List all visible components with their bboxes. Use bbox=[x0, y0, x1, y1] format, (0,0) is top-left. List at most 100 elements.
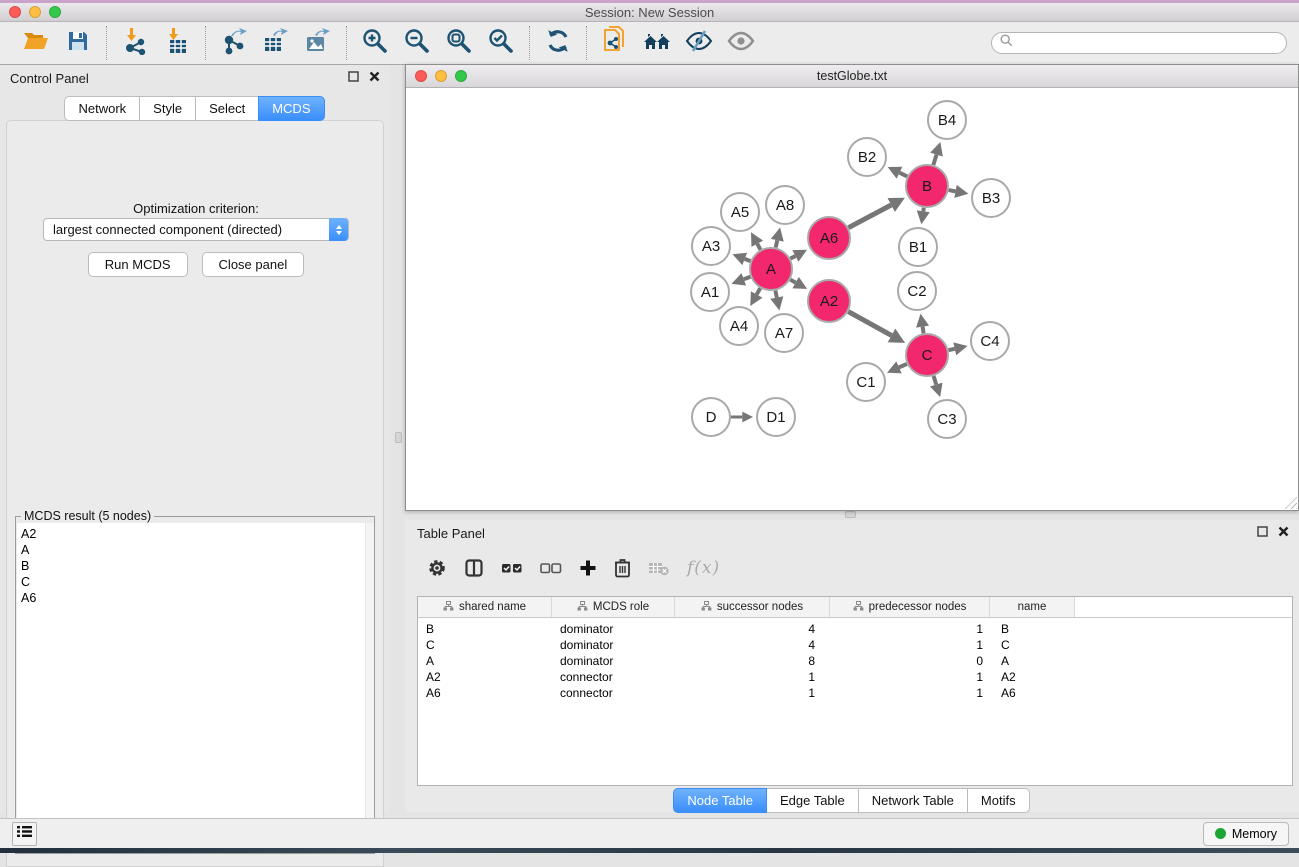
run-mcds-button[interactable]: Run MCDS bbox=[88, 252, 188, 277]
graph-node-B3[interactable]: B3 bbox=[972, 179, 1010, 217]
tab-style[interactable]: Style bbox=[139, 96, 196, 121]
graph-edge-A-A8[interactable] bbox=[771, 227, 784, 247]
table-cell[interactable]: connector bbox=[552, 686, 675, 700]
table-cell[interactable]: B bbox=[990, 622, 1075, 636]
search-input[interactable] bbox=[1018, 36, 1278, 50]
table-cell[interactable]: dominator bbox=[552, 622, 675, 636]
table-cell[interactable]: C bbox=[990, 638, 1075, 652]
graph-edge-A-A5[interactable] bbox=[751, 232, 763, 249]
search-field[interactable] bbox=[991, 32, 1287, 54]
tab-edge-table[interactable]: Edge Table bbox=[766, 788, 859, 813]
table-cell[interactable]: A6 bbox=[418, 686, 552, 700]
list-item[interactable]: C bbox=[17, 574, 374, 590]
table-cell[interactable]: 4 bbox=[675, 638, 830, 652]
table-row[interactable]: Cdominator41C bbox=[418, 637, 1292, 653]
table-cell[interactable]: 0 bbox=[830, 654, 990, 668]
show-all-button[interactable] bbox=[725, 27, 757, 59]
table-cell[interactable]: 1 bbox=[830, 686, 990, 700]
graph-edge-B-B3[interactable] bbox=[949, 185, 969, 198]
table-cell[interactable]: dominator bbox=[552, 654, 675, 668]
node-table[interactable]: shared nameMCDS rolesuccessor nodesprede… bbox=[417, 596, 1293, 786]
table-cell[interactable]: A bbox=[990, 654, 1075, 668]
graph-node-A[interactable]: A bbox=[750, 248, 792, 290]
close-window-button[interactable] bbox=[9, 6, 21, 18]
table-row[interactable]: Adominator80A bbox=[418, 653, 1292, 669]
list-item[interactable]: A2 bbox=[17, 523, 374, 542]
minimize-window-button[interactable] bbox=[29, 6, 41, 18]
tab-node-table[interactable]: Node Table bbox=[673, 788, 767, 813]
zoom-network-button[interactable] bbox=[455, 70, 467, 82]
close-panel-icon[interactable] bbox=[1278, 524, 1289, 542]
minimize-network-button[interactable] bbox=[435, 70, 447, 82]
table-cell[interactable]: B bbox=[418, 622, 552, 636]
list-item[interactable]: A6 bbox=[17, 590, 374, 606]
tab-network-table[interactable]: Network Table bbox=[858, 788, 968, 813]
open-session-button[interactable] bbox=[20, 27, 52, 59]
graph-node-A3[interactable]: A3 bbox=[692, 227, 730, 265]
graph-node-B2[interactable]: B2 bbox=[848, 138, 886, 176]
list-item[interactable]: A bbox=[17, 542, 374, 558]
show-columns-button[interactable] bbox=[464, 557, 484, 579]
list-item[interactable]: B bbox=[17, 558, 374, 574]
save-session-button[interactable] bbox=[62, 27, 94, 59]
table-row[interactable]: A2connector11A2 bbox=[418, 669, 1292, 685]
graph-node-B4[interactable]: B4 bbox=[928, 101, 966, 139]
tab-mcds[interactable]: MCDS bbox=[258, 96, 324, 121]
network-canvas[interactable]: AA1A2A3A4A5A6A7A8BB1B2B3B4CC1C2C3C4DD1 bbox=[406, 88, 1298, 510]
table-cell[interactable]: dominator bbox=[552, 638, 675, 652]
tab-select[interactable]: Select bbox=[195, 96, 259, 121]
table-cell[interactable]: 8 bbox=[675, 654, 830, 668]
network-window-titlebar[interactable]: testGlobe.txt bbox=[406, 65, 1298, 88]
graph-edge-B-B4[interactable] bbox=[930, 142, 943, 165]
task-history-button[interactable] bbox=[12, 822, 37, 846]
table-cell[interactable]: A bbox=[418, 654, 552, 668]
graph-edge-B-B1[interactable] bbox=[917, 208, 930, 224]
graph-node-D1[interactable]: D1 bbox=[757, 398, 795, 436]
graph-node-A7[interactable]: A7 bbox=[765, 314, 803, 352]
graph-edge-D-D1[interactable] bbox=[731, 412, 753, 423]
export-network-button[interactable] bbox=[218, 27, 250, 59]
graph-node-A2[interactable]: A2 bbox=[808, 280, 850, 322]
table-cell[interactable]: A2 bbox=[990, 670, 1075, 684]
table-cell[interactable]: 1 bbox=[830, 638, 990, 652]
tab-network[interactable]: Network bbox=[64, 96, 140, 121]
zoom-fit-button[interactable] bbox=[443, 27, 475, 59]
float-panel-icon[interactable] bbox=[1257, 524, 1268, 542]
zoom-in-button[interactable] bbox=[359, 27, 391, 59]
unselect-all-columns-button[interactable] bbox=[540, 557, 562, 579]
graph-edge-A2-C[interactable] bbox=[848, 312, 905, 343]
zoom-selected-button[interactable] bbox=[485, 27, 517, 59]
table-cell[interactable]: A6 bbox=[990, 686, 1075, 700]
graph-node-B[interactable]: B bbox=[906, 165, 948, 207]
graph-node-C2[interactable]: C2 bbox=[898, 272, 936, 310]
graph-edge-C-C1[interactable] bbox=[887, 361, 907, 373]
graph-edge-A-A7[interactable] bbox=[770, 291, 783, 311]
graph-node-A8[interactable]: A8 bbox=[766, 186, 804, 224]
column-header-shared-name[interactable]: shared name bbox=[418, 597, 552, 617]
import-network-button[interactable] bbox=[119, 27, 151, 59]
graph-node-A5[interactable]: A5 bbox=[721, 193, 759, 231]
graph-edge-C-C3[interactable] bbox=[930, 376, 943, 397]
import-table-button[interactable] bbox=[161, 27, 193, 59]
table-cell[interactable]: A2 bbox=[418, 670, 552, 684]
table-cell[interactable]: connector bbox=[552, 670, 675, 684]
network-from-selection-button[interactable] bbox=[599, 27, 631, 59]
table-cell[interactable]: 1 bbox=[830, 622, 990, 636]
close-panel-button[interactable]: Close panel bbox=[202, 252, 305, 277]
graph-node-A4[interactable]: A4 bbox=[720, 307, 758, 345]
float-panel-icon[interactable] bbox=[348, 69, 359, 87]
graph-edge-A-A3[interactable] bbox=[732, 253, 750, 265]
table-cell[interactable]: C bbox=[418, 638, 552, 652]
table-row[interactable]: Bdominator41B bbox=[418, 621, 1292, 637]
graph-edge-A-A4[interactable] bbox=[750, 288, 762, 306]
memory-button[interactable]: Memory bbox=[1203, 822, 1289, 846]
graph-edge-A6-B[interactable] bbox=[848, 198, 904, 228]
graph-edge-B-B2[interactable] bbox=[888, 167, 907, 179]
column-header-successor-nodes[interactable]: successor nodes bbox=[675, 597, 830, 617]
scrollbar-track[interactable] bbox=[365, 523, 374, 853]
refresh-button[interactable] bbox=[542, 27, 574, 59]
table-cell[interactable]: 1 bbox=[830, 670, 990, 684]
table-cell[interactable]: 4 bbox=[675, 622, 830, 636]
table-cell[interactable]: 1 bbox=[675, 686, 830, 700]
select-all-columns-button[interactable] bbox=[501, 557, 523, 579]
